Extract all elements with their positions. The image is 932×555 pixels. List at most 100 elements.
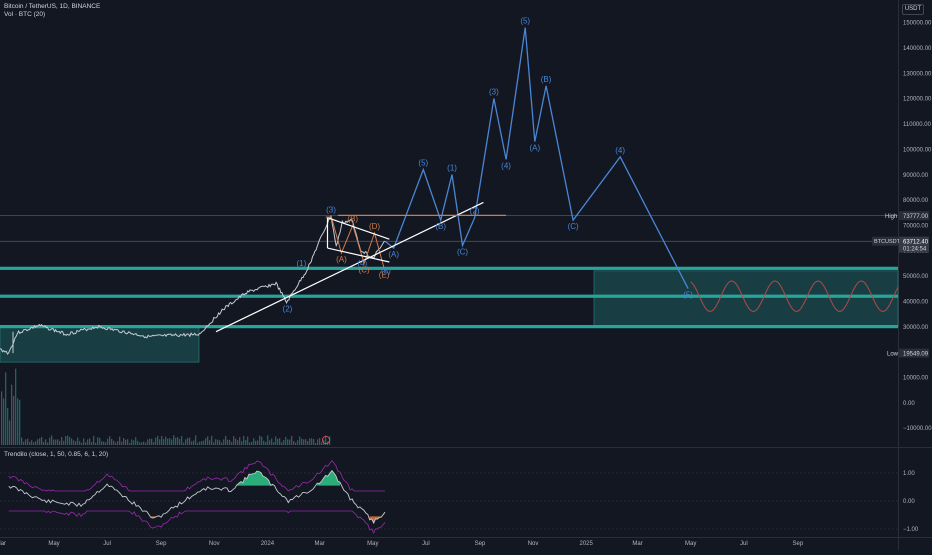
volume-bar: [79, 440, 81, 445]
wave-label: (B): [347, 214, 358, 223]
volume-bar: [215, 439, 217, 445]
price-tick: 10000.00: [903, 376, 929, 382]
volume-bar: [243, 435, 245, 445]
volume-bar: [11, 384, 13, 445]
volume-bar: [237, 440, 239, 445]
volume-bar: [303, 439, 305, 445]
wave-label: (C): [457, 248, 468, 257]
indicator-title[interactable]: Trendilo (close, 1, 50, 0.85, 6, 1, 20): [4, 451, 108, 458]
volume-bar: [65, 436, 67, 445]
volume-bar: [19, 399, 21, 445]
volume-bar: [173, 435, 175, 445]
time-tick: Nov: [528, 541, 539, 547]
volume-bar: [253, 438, 255, 445]
volume-bar: [35, 441, 37, 445]
time-tick: May: [685, 541, 696, 547]
volume-bar: [235, 438, 237, 445]
volume-bar: [263, 440, 265, 445]
volume-bar: [13, 395, 15, 445]
current-symbol: BTCUSDT: [874, 239, 901, 245]
volume-bar: [77, 437, 79, 445]
volume-bar: [217, 439, 219, 445]
volume-bar: [1, 391, 3, 445]
time-tick: Jul: [740, 541, 748, 547]
volume-bar: [157, 435, 159, 445]
volume-bar: [101, 441, 103, 445]
volume-bar: [61, 437, 63, 445]
key-level-line: [0, 266, 898, 270]
volume-bar: [49, 437, 51, 445]
volume-bar: [155, 437, 157, 445]
price-tick: 70000.00: [903, 223, 929, 229]
wave-label: (4): [357, 259, 367, 268]
volume-bar: [55, 439, 57, 445]
support-zone: [0, 325, 200, 363]
volume-bar: [305, 439, 307, 445]
high-label: High: [885, 214, 897, 220]
volume-bar: [153, 442, 155, 445]
volume-bar: [177, 436, 179, 445]
volume-bar: [171, 439, 173, 445]
currency-button[interactable]: USDT: [902, 4, 924, 15]
volume-bar: [199, 441, 201, 445]
volume-bar: [93, 435, 95, 445]
volume-bar: [301, 438, 303, 445]
volume-bar: [265, 441, 267, 445]
volume-bar: [193, 440, 195, 445]
volume-bar: [145, 442, 147, 445]
volume-bar: [273, 442, 275, 445]
volume-bar: [159, 439, 161, 445]
volume-bar: [251, 441, 253, 445]
volume-bar: [161, 435, 163, 445]
volume-bar: [113, 440, 115, 445]
wave-label: (3): [489, 88, 499, 97]
volume-bar: [279, 438, 281, 445]
volume-bar: [25, 439, 27, 445]
volume-bar: [311, 438, 313, 445]
time-tick: Sep: [475, 541, 486, 547]
volume-bar: [245, 439, 247, 445]
volume-bar: [283, 439, 285, 445]
volume-bar: [233, 436, 235, 445]
volume-bar: [47, 442, 49, 445]
volume-bar: [201, 441, 203, 445]
volume-bar: [315, 442, 317, 445]
wave-label: (5): [520, 17, 530, 26]
volume-bar: [207, 436, 209, 445]
volume-bar: [75, 441, 77, 445]
symbol-title[interactable]: Bitcoin / TetherUS, 1D, BINANCE: [4, 3, 100, 11]
time-tick: Sep: [156, 541, 167, 547]
wave-label: (2): [470, 207, 480, 216]
time-tick: Mar: [0, 541, 6, 547]
volume-title[interactable]: Vol · BTC (20): [4, 11, 100, 19]
chart-canvas[interactable]: (A) (5) (B) (1) (C) (2) (3) (4) (5) (A) (B) (C) (4) (…: [0, 0, 932, 550]
volume-bar: [95, 442, 97, 445]
volume-bar: [41, 436, 43, 445]
volume-bar: [203, 440, 205, 445]
volume-bar: [123, 438, 125, 445]
volume-bar: [319, 438, 321, 445]
volume-bar: [111, 439, 113, 445]
volume-bar: [209, 440, 211, 445]
volume-bar: [309, 438, 311, 445]
price-tick: 50000.00: [903, 274, 929, 280]
wave-label: (5): [381, 266, 391, 275]
volume-bar: [131, 439, 133, 445]
indicator-tick: −1.00: [903, 527, 919, 533]
volume-bar: [3, 398, 5, 445]
time-tick: Mar: [314, 541, 324, 547]
volume-bar: [257, 440, 259, 445]
volume-bar: [285, 436, 287, 445]
volume-bar: [307, 441, 309, 445]
volume-bar: [87, 439, 89, 445]
volume-bar: [221, 442, 223, 445]
volume-bar: [183, 442, 185, 445]
volume-bar: [99, 437, 101, 445]
price-tick: −10000.00: [903, 426, 932, 432]
volume-bar: [269, 440, 271, 445]
volume-bar: [227, 439, 229, 445]
volume-bar: [105, 442, 107, 445]
wave-label: (2): [283, 304, 293, 313]
volume-bar: [299, 436, 301, 445]
volume-bar: [31, 440, 33, 445]
